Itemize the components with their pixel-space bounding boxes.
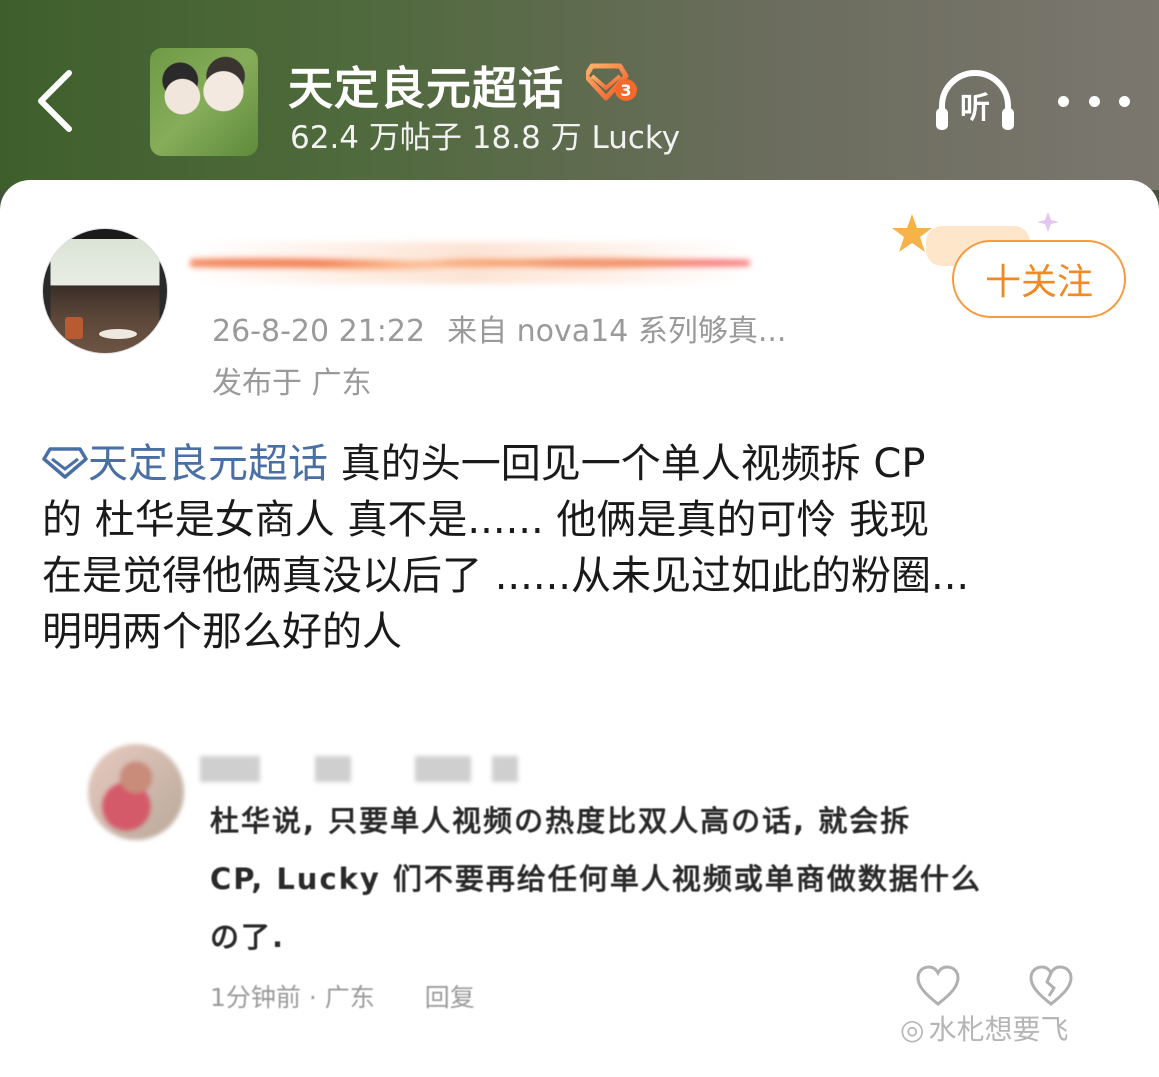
diamond-topic-icon xyxy=(42,447,88,479)
post-location: 发布于 广东 xyxy=(212,366,372,401)
more-dot xyxy=(1058,95,1069,107)
topic-link[interactable]: 天定良元超话 xyxy=(42,441,328,487)
post-text-line-1: 真的头一回见一个单人视频拆 CP xyxy=(328,441,926,487)
embedded-reply-label: 回复 xyxy=(424,983,475,1012)
post-card: 26-8-20 21:22 来自 nova14 系列够真... 发布于 广东 十关… xyxy=(0,180,1159,1077)
post-source: 来自 nova14 系列够真... xyxy=(447,314,787,349)
embedded-avatar xyxy=(88,744,184,840)
post-text-line-3: 在是觉得他俩真没以后了 ......从未见过如此的粉圈... xyxy=(42,553,970,599)
heart-icon xyxy=(916,965,960,1006)
embedded-comment-text: 杜华说, 只要单人视频の热度比双人高の话, 就会拆 CP, Lucky 们不要再… xyxy=(210,792,1090,966)
post-text-line-4: 明明两个那么好的人 xyxy=(42,609,402,655)
more-options-button[interactable] xyxy=(1058,84,1130,118)
chevron-left-icon xyxy=(38,70,72,132)
embedded-name-blur xyxy=(200,756,260,782)
avatar-plate-detail xyxy=(99,329,137,339)
blurred-username[interactable] xyxy=(190,242,750,284)
topic-name[interactable]: 天定良元超话 xyxy=(88,441,328,487)
post-text-line-2: 的 杜华是女商人 真不是...... 他俩是真的可怜 我现 xyxy=(42,497,930,543)
group-title[interactable]: 天定良元超话 xyxy=(288,52,564,115)
listen-label: 听 xyxy=(960,91,990,126)
embedded-name-blur xyxy=(492,756,518,782)
embedded-name-blur xyxy=(415,756,471,782)
diamond-level-badge-icon: 3 xyxy=(583,63,637,101)
topic-header: 天定良元超话 3 62.4 万帖子 18.8 万 Lucky 听 xyxy=(0,0,1159,190)
follow-label: 十关注 xyxy=(984,262,1093,303)
user-avatar[interactable] xyxy=(42,228,168,354)
group-avatar[interactable] xyxy=(150,48,258,156)
back-button[interactable] xyxy=(30,66,80,136)
post-body: 天定良元超话 真的头一回见一个单人视频拆 CP 的 杜华是女商人 真不是....… xyxy=(42,436,1122,660)
embedded-time-location: 1分钟前 · 广东 xyxy=(210,983,375,1012)
watermark-text: 水朼想要飞 xyxy=(928,1013,1069,1046)
more-dot xyxy=(1088,95,1100,107)
weibo-logo-icon: ◎ xyxy=(900,1013,925,1046)
embedded-line-1: 杜华说, 只要单人视频の热度比双人高の话, 就会拆 xyxy=(210,804,912,838)
avatar-cup-detail xyxy=(65,317,83,339)
headphones-icon: 听 xyxy=(936,70,1014,130)
level-badge: 3 xyxy=(583,60,638,102)
follow-button[interactable]: 十关注 xyxy=(952,240,1126,318)
embedded-line-2: CP, Lucky 们不要再给任何单人视频或单商做数据什么 xyxy=(210,862,982,896)
watermark: ◎ 水朼想要飞 xyxy=(900,1008,1068,1048)
post-timestamp: 26-8-20 21:22 xyxy=(212,314,426,349)
post-meta: 26-8-20 21:22 来自 nova14 系列够真... xyxy=(212,306,786,350)
embedded-line-3: の了. xyxy=(210,920,286,954)
embedded-comment-image[interactable]: 杜华说, 只要单人视频の热度比双人高の话, 就会拆 CP, Lucky 们不要再… xyxy=(40,728,1120,1073)
group-stats: 62.4 万帖子 18.8 万 Lucky xyxy=(290,120,681,156)
embedded-meta: 1分钟前 · 广东 回复 xyxy=(210,978,475,1014)
post-body-line: 天定良元超话 真的头一回见一个单人视频拆 CP xyxy=(42,436,1122,492)
broken-heart-icon xyxy=(1029,965,1073,1006)
level-number: 3 xyxy=(620,81,631,100)
more-dot xyxy=(1119,95,1130,107)
listen-button[interactable]: 听 xyxy=(932,68,1018,138)
embedded-name-blur xyxy=(315,756,351,782)
